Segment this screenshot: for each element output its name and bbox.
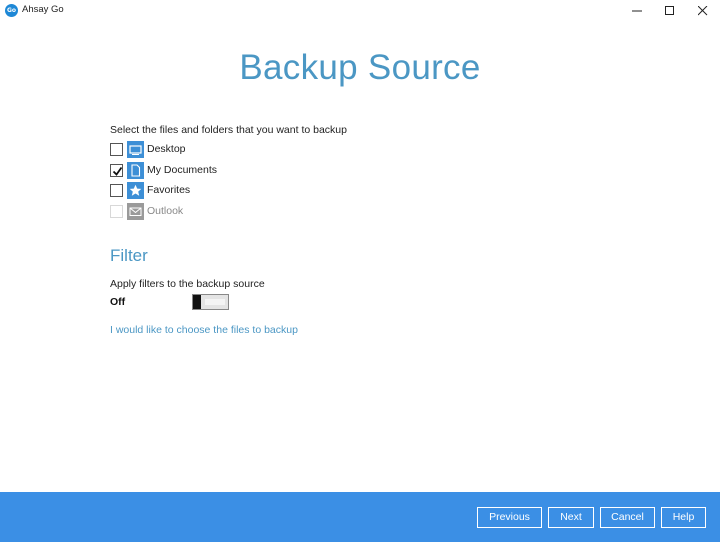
source-label-my-documents: My Documents — [147, 164, 218, 176]
minimize-button[interactable] — [620, 0, 654, 22]
source-label-desktop: Desktop — [147, 143, 186, 155]
my-documents-checkbox[interactable] — [110, 164, 123, 177]
help-button[interactable]: Help — [661, 507, 706, 528]
title-bar: Go Ahsay Go — [0, 0, 720, 22]
close-button[interactable] — [686, 0, 720, 22]
maximize-button[interactable] — [653, 0, 687, 22]
filter-heading: Filter — [110, 246, 148, 265]
desktop-icon — [127, 141, 144, 158]
page-title: Backup Source — [239, 48, 481, 87]
footer-bar: Previous Next Cancel Help — [0, 492, 720, 542]
filter-description: Apply filters to the backup source — [110, 278, 265, 290]
filter-toggle-state: Off — [110, 296, 126, 308]
star-icon — [127, 182, 144, 199]
checkmark-icon — [112, 166, 123, 176]
toggle-track — [205, 299, 225, 305]
source-label-favorites: Favorites — [147, 184, 191, 196]
source-item-desktop[interactable]: Desktop — [110, 141, 310, 159]
mail-icon — [127, 203, 144, 220]
previous-button[interactable]: Previous — [477, 507, 542, 528]
desktop-checkbox[interactable] — [110, 143, 123, 156]
document-icon — [127, 162, 144, 179]
minimize-icon — [632, 10, 642, 12]
close-icon — [698, 6, 708, 16]
instruction-text: Select the files and folders that you wa… — [110, 124, 347, 136]
window-title: Ahsay Go — [22, 4, 64, 15]
favorites-checkbox[interactable] — [110, 184, 123, 197]
maximize-icon — [665, 6, 674, 15]
filter-toggle-switch[interactable] — [192, 294, 229, 310]
choose-files-link[interactable]: I would like to choose the files to back… — [110, 324, 298, 336]
source-label-outlook: Outlook — [147, 205, 184, 217]
toggle-knob[interactable] — [193, 295, 201, 309]
outlook-checkbox — [110, 205, 123, 218]
cancel-button[interactable]: Cancel — [600, 507, 655, 528]
source-item-outlook: Outlook — [110, 203, 310, 221]
source-item-my-documents[interactable]: My Documents — [110, 162, 310, 180]
next-button[interactable]: Next — [548, 507, 594, 528]
app-logo-icon: Go — [5, 4, 18, 17]
source-item-favorites[interactable]: Favorites — [110, 182, 310, 200]
